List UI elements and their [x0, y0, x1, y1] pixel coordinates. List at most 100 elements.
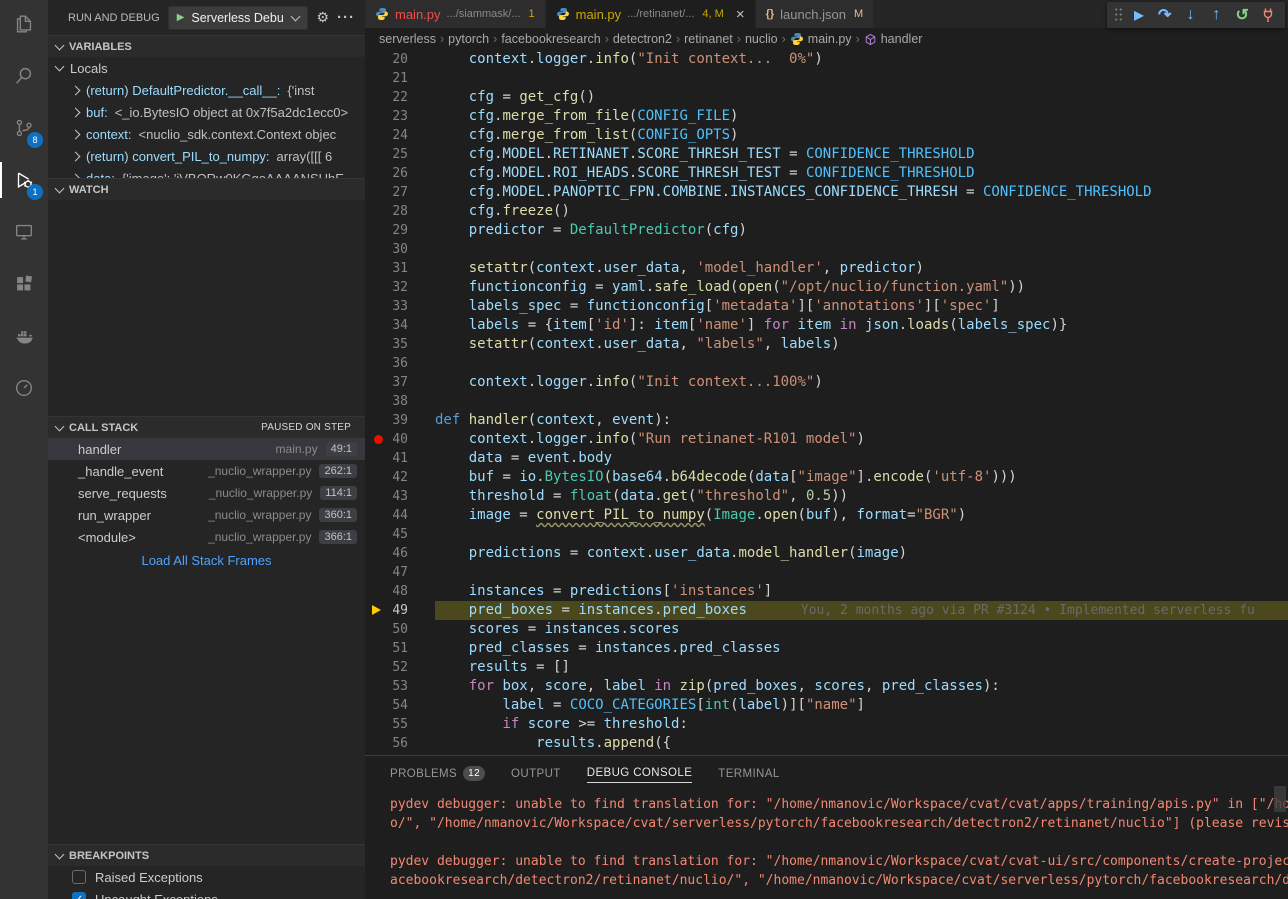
disconnect-button[interactable]	[1258, 4, 1278, 26]
code-line-30[interactable]: 30	[365, 240, 1288, 259]
line-number[interactable]: 27	[365, 183, 435, 202]
load-all-stack-frames-link[interactable]: Load All Stack Frames	[48, 553, 365, 568]
code-line-37[interactable]: 37 context.logger.info("Init context...1…	[365, 373, 1288, 392]
code-line-20[interactable]: 20 context.logger.info("Init context... …	[365, 50, 1288, 69]
tab-launch.json[interactable]: {}launch.jsonM	[756, 0, 874, 28]
code-line-44[interactable]: 44 image = convert_PIL_to_numpy(Image.op…	[365, 506, 1288, 525]
code-line-51[interactable]: 51 pred_classes = instances.pred_classes	[365, 639, 1288, 658]
code-line-53[interactable]: 53 for box, score, label in zip(pred_box…	[365, 677, 1288, 696]
line-number[interactable]: 43	[365, 487, 435, 506]
breadcrumb-item-detectron2[interactable]: detectron2	[613, 32, 672, 46]
line-number[interactable]: 24	[365, 126, 435, 145]
gear-icon[interactable]: ⚙	[316, 9, 329, 26]
activity-item-search[interactable]	[0, 52, 48, 100]
drag-grip-handle[interactable]	[1114, 7, 1123, 23]
start-debug-icon[interactable]: ▶	[177, 12, 185, 23]
line-number[interactable]: 30	[365, 240, 435, 259]
line-number[interactable]: 37	[365, 373, 435, 392]
debug-config-dropdown[interactable]: ▶ Serverless Debu	[168, 6, 309, 30]
line-number[interactable]: 31	[365, 259, 435, 278]
panel-scrollbar[interactable]	[1274, 786, 1286, 812]
code-line-29[interactable]: 29 predictor = DefaultPredictor(cfg)	[365, 221, 1288, 240]
activity-item-explorer[interactable]	[0, 0, 48, 48]
line-number[interactable]: 48	[365, 582, 435, 601]
activity-item-docker[interactable]	[0, 312, 48, 360]
line-number[interactable]: 50	[365, 620, 435, 639]
checkbox-checked[interactable]: ✓	[72, 892, 86, 899]
step-out-button[interactable]: ↑	[1206, 4, 1226, 26]
watch-header[interactable]: WATCH	[48, 178, 365, 200]
line-number[interactable]: 29	[365, 221, 435, 240]
line-number[interactable]: 25	[365, 145, 435, 164]
breakpoints-header[interactable]: BREAKPOINTS	[48, 844, 365, 866]
step-into-button[interactable]: ↓	[1180, 4, 1200, 26]
line-number[interactable]: 21	[365, 69, 435, 88]
stack-frame-module[interactable]: <module>_nuclio_wrapper.py366:1	[48, 526, 365, 548]
activity-item-remote-explorer[interactable]	[0, 208, 48, 256]
code-line-50[interactable]: 50 scores = instances.scores	[365, 620, 1288, 639]
code-line-28[interactable]: 28 cfg.freeze()	[365, 202, 1288, 221]
activity-item-extensions[interactable]	[0, 260, 48, 308]
panel-tab-problems[interactable]: PROBLEMS12	[390, 765, 485, 783]
breakpoint-row[interactable]: ✓Uncaught Exceptions	[48, 888, 365, 899]
code-line-49[interactable]: 49 pred_boxes = instances.pred_boxesYou,…	[365, 601, 1288, 620]
line-number[interactable]: 38	[365, 392, 435, 411]
line-number[interactable]: 46	[365, 544, 435, 563]
code-line-54[interactable]: 54 label = COCO_CATEGORIES[int(label)]["…	[365, 696, 1288, 715]
restart-button[interactable]: ↺	[1232, 4, 1252, 26]
line-number[interactable]: 52	[365, 658, 435, 677]
panel-tab-debug-console[interactable]: DEBUG CONSOLE	[587, 764, 693, 783]
code-line-33[interactable]: 33 labels_spec = functionconfig['metadat…	[365, 297, 1288, 316]
checkbox-unchecked[interactable]	[72, 870, 86, 884]
variables-scope-locals[interactable]: Locals	[48, 57, 365, 79]
line-number[interactable]: 45	[365, 525, 435, 544]
code-line-41[interactable]: 41 data = event.body	[365, 449, 1288, 468]
line-number[interactable]: 22	[365, 88, 435, 107]
breadcrumb-item-pytorch[interactable]: pytorch	[448, 32, 489, 46]
variables-header[interactable]: VARIABLES	[48, 35, 365, 57]
code-line-34[interactable]: 34 labels = {item['id']: item['name'] fo…	[365, 316, 1288, 335]
tab-main.py[interactable]: main.py.../retinanet/...4, M×	[546, 0, 755, 28]
line-number[interactable]: 41	[365, 449, 435, 468]
breakpoint-row[interactable]: Raised Exceptions	[48, 866, 365, 888]
line-number[interactable]: 42	[365, 468, 435, 487]
code-line-38[interactable]: 38	[365, 392, 1288, 411]
line-number[interactable]: 47	[365, 563, 435, 582]
step-over-button[interactable]: ↷	[1155, 4, 1175, 26]
code-line-43[interactable]: 43 threshold = float(data.get("threshold…	[365, 487, 1288, 506]
code-line-40[interactable]: 40 context.logger.info("Run retinanet-R1…	[365, 430, 1288, 449]
line-number[interactable]: 56	[365, 734, 435, 753]
code-line-48[interactable]: 48 instances = predictions['instances']	[365, 582, 1288, 601]
code-line-23[interactable]: 23 cfg.merge_from_file(CONFIG_FILE)	[365, 107, 1288, 126]
stack-frame-serve_requests[interactable]: serve_requests_nuclio_wrapper.py114:1	[48, 482, 365, 504]
line-number[interactable]: 23	[365, 107, 435, 126]
tab-main.py[interactable]: main.py.../siammask/...1	[365, 0, 545, 28]
line-number[interactable]: 44	[365, 506, 435, 525]
code-line-46[interactable]: 46 predictions = context.user_data.model…	[365, 544, 1288, 563]
line-number[interactable]: 32	[365, 278, 435, 297]
breadcrumb-item-nuclio[interactable]: nuclio	[745, 32, 778, 46]
breadcrumb-item-serverless[interactable]: serverless	[379, 32, 436, 46]
stack-frame-handler[interactable]: handlermain.py49:1	[48, 438, 365, 460]
line-number[interactable]: 51	[365, 639, 435, 658]
code-line-52[interactable]: 52 results = []	[365, 658, 1288, 677]
code-line-27[interactable]: 27 cfg.MODEL.PANOPTIC_FPN.COMBINE.INSTAN…	[365, 183, 1288, 202]
variable-row[interactable]: (return) convert_PIL_to_numpy:array([[[ …	[48, 145, 365, 167]
more-actions-icon[interactable]: ···	[337, 9, 355, 26]
continue-button[interactable]: ▶	[1129, 4, 1149, 26]
variable-row[interactable]: (return) DefaultPredictor.__call__:{'ins…	[48, 79, 365, 101]
line-number[interactable]: 53	[365, 677, 435, 696]
variable-row[interactable]: context:<nuclio_sdk.context.Context obje…	[48, 123, 365, 145]
line-number[interactable]: 28	[365, 202, 435, 221]
call-stack-header[interactable]: CALL STACK PAUSED ON STEP	[48, 416, 365, 438]
activity-item-run-and-debug[interactable]: 1	[0, 156, 48, 204]
line-number[interactable]: 54	[365, 696, 435, 715]
code-line-36[interactable]: 36	[365, 354, 1288, 373]
code-line-31[interactable]: 31 setattr(context.user_data, 'model_han…	[365, 259, 1288, 278]
breadcrumb-item-retinanet[interactable]: retinanet	[684, 32, 733, 46]
variable-row[interactable]: data:{'image': 'iVBORw0KGgoAAAANSUhE	[48, 167, 365, 178]
activity-item-source-control[interactable]: 8	[0, 104, 48, 152]
code-line-32[interactable]: 32 functionconfig = yaml.safe_load(open(…	[365, 278, 1288, 297]
close-icon[interactable]: ×	[736, 7, 745, 22]
code-line-25[interactable]: 25 cfg.MODEL.RETINANET.SCORE_THRESH_TEST…	[365, 145, 1288, 164]
